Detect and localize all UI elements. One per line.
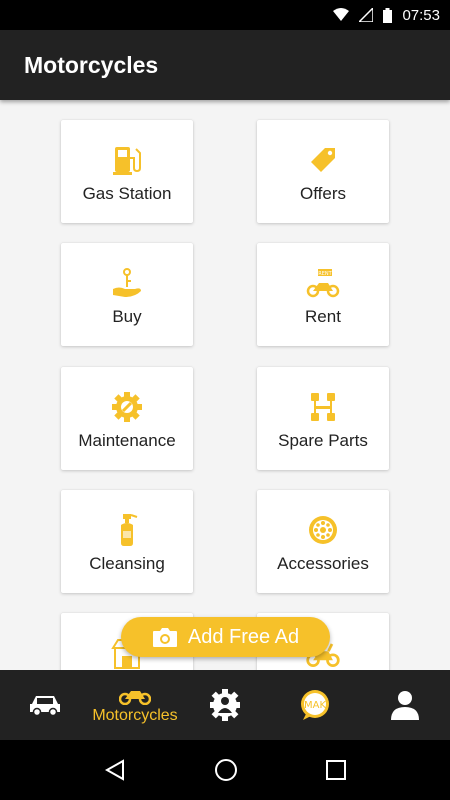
page-title: Motorcycles <box>24 51 159 78</box>
category-label: Maintenance <box>78 431 176 450</box>
wheel-icon <box>305 512 341 548</box>
recents-icon[interactable] <box>326 760 346 780</box>
nav-motorcycles[interactable]: Motorcycles <box>90 670 180 740</box>
wifi-icon <box>333 8 350 21</box>
category-label: Buy <box>112 307 142 326</box>
svg-text:RENT: RENT <box>318 271 332 277</box>
category-label: Spare Parts <box>278 431 368 450</box>
status-bar: 07:53 <box>0 0 450 30</box>
signal-icon <box>359 8 374 22</box>
nav-mak-chat[interactable]: MAK <box>270 670 360 740</box>
gear-wrench-icon <box>109 389 145 425</box>
mak-chat-icon: MAK <box>301 690 329 720</box>
home-icon[interactable] <box>214 758 238 782</box>
app-bar: Motorcycles <box>0 30 450 100</box>
car-icon <box>30 696 60 717</box>
back-icon[interactable] <box>104 759 126 781</box>
category-spare-parts[interactable]: Spare Parts <box>257 367 389 470</box>
category-maintenance[interactable]: Maintenance <box>61 367 193 470</box>
category-rent[interactable]: RENT Rent <box>257 243 389 346</box>
hand-key-icon <box>109 265 145 301</box>
mak-badge-text: MAK <box>304 700 326 711</box>
gear-person-icon <box>210 689 240 721</box>
profile-icon <box>391 691 419 720</box>
category-offers[interactable]: Offers <box>257 120 389 223</box>
camera-icon <box>152 628 177 647</box>
category-label: Cleansing <box>89 554 165 573</box>
system-nav-bar <box>0 740 450 800</box>
nav-services[interactable] <box>180 670 270 740</box>
nav-profile[interactable] <box>360 670 450 740</box>
category-label: Rent <box>305 307 341 326</box>
motorcycle-icon <box>119 691 151 705</box>
battery-icon <box>383 7 393 23</box>
gas-pump-icon <box>109 142 145 178</box>
nav-cars[interactable] <box>0 670 90 740</box>
rent-motorcycle-icon: RENT <box>305 265 341 301</box>
category-label: Accessories <box>277 554 369 573</box>
fab-label: Add Free Ad <box>187 625 300 648</box>
category-gas-station[interactable]: Gas Station <box>61 120 193 223</box>
bottom-nav: Motorcycles MAK <box>0 670 450 740</box>
spray-bottle-icon <box>109 512 145 548</box>
category-grid[interactable]: Gas Station Offers Buy RENT Rent Mainten… <box>0 100 450 670</box>
category-buy[interactable]: Buy <box>61 243 193 346</box>
spare-parts-icon <box>305 389 341 425</box>
status-time: 07:53 <box>402 6 440 24</box>
category-label: Gas Station <box>82 184 172 203</box>
category-accessories[interactable]: Accessories <box>257 490 389 593</box>
add-free-ad-button[interactable]: Add Free Ad <box>121 617 330 657</box>
category-label: Offers <box>300 184 346 203</box>
nav-label: Motorcycles <box>92 707 178 724</box>
category-cleansing[interactable]: Cleansing <box>61 490 193 593</box>
price-tag-icon <box>305 142 341 178</box>
